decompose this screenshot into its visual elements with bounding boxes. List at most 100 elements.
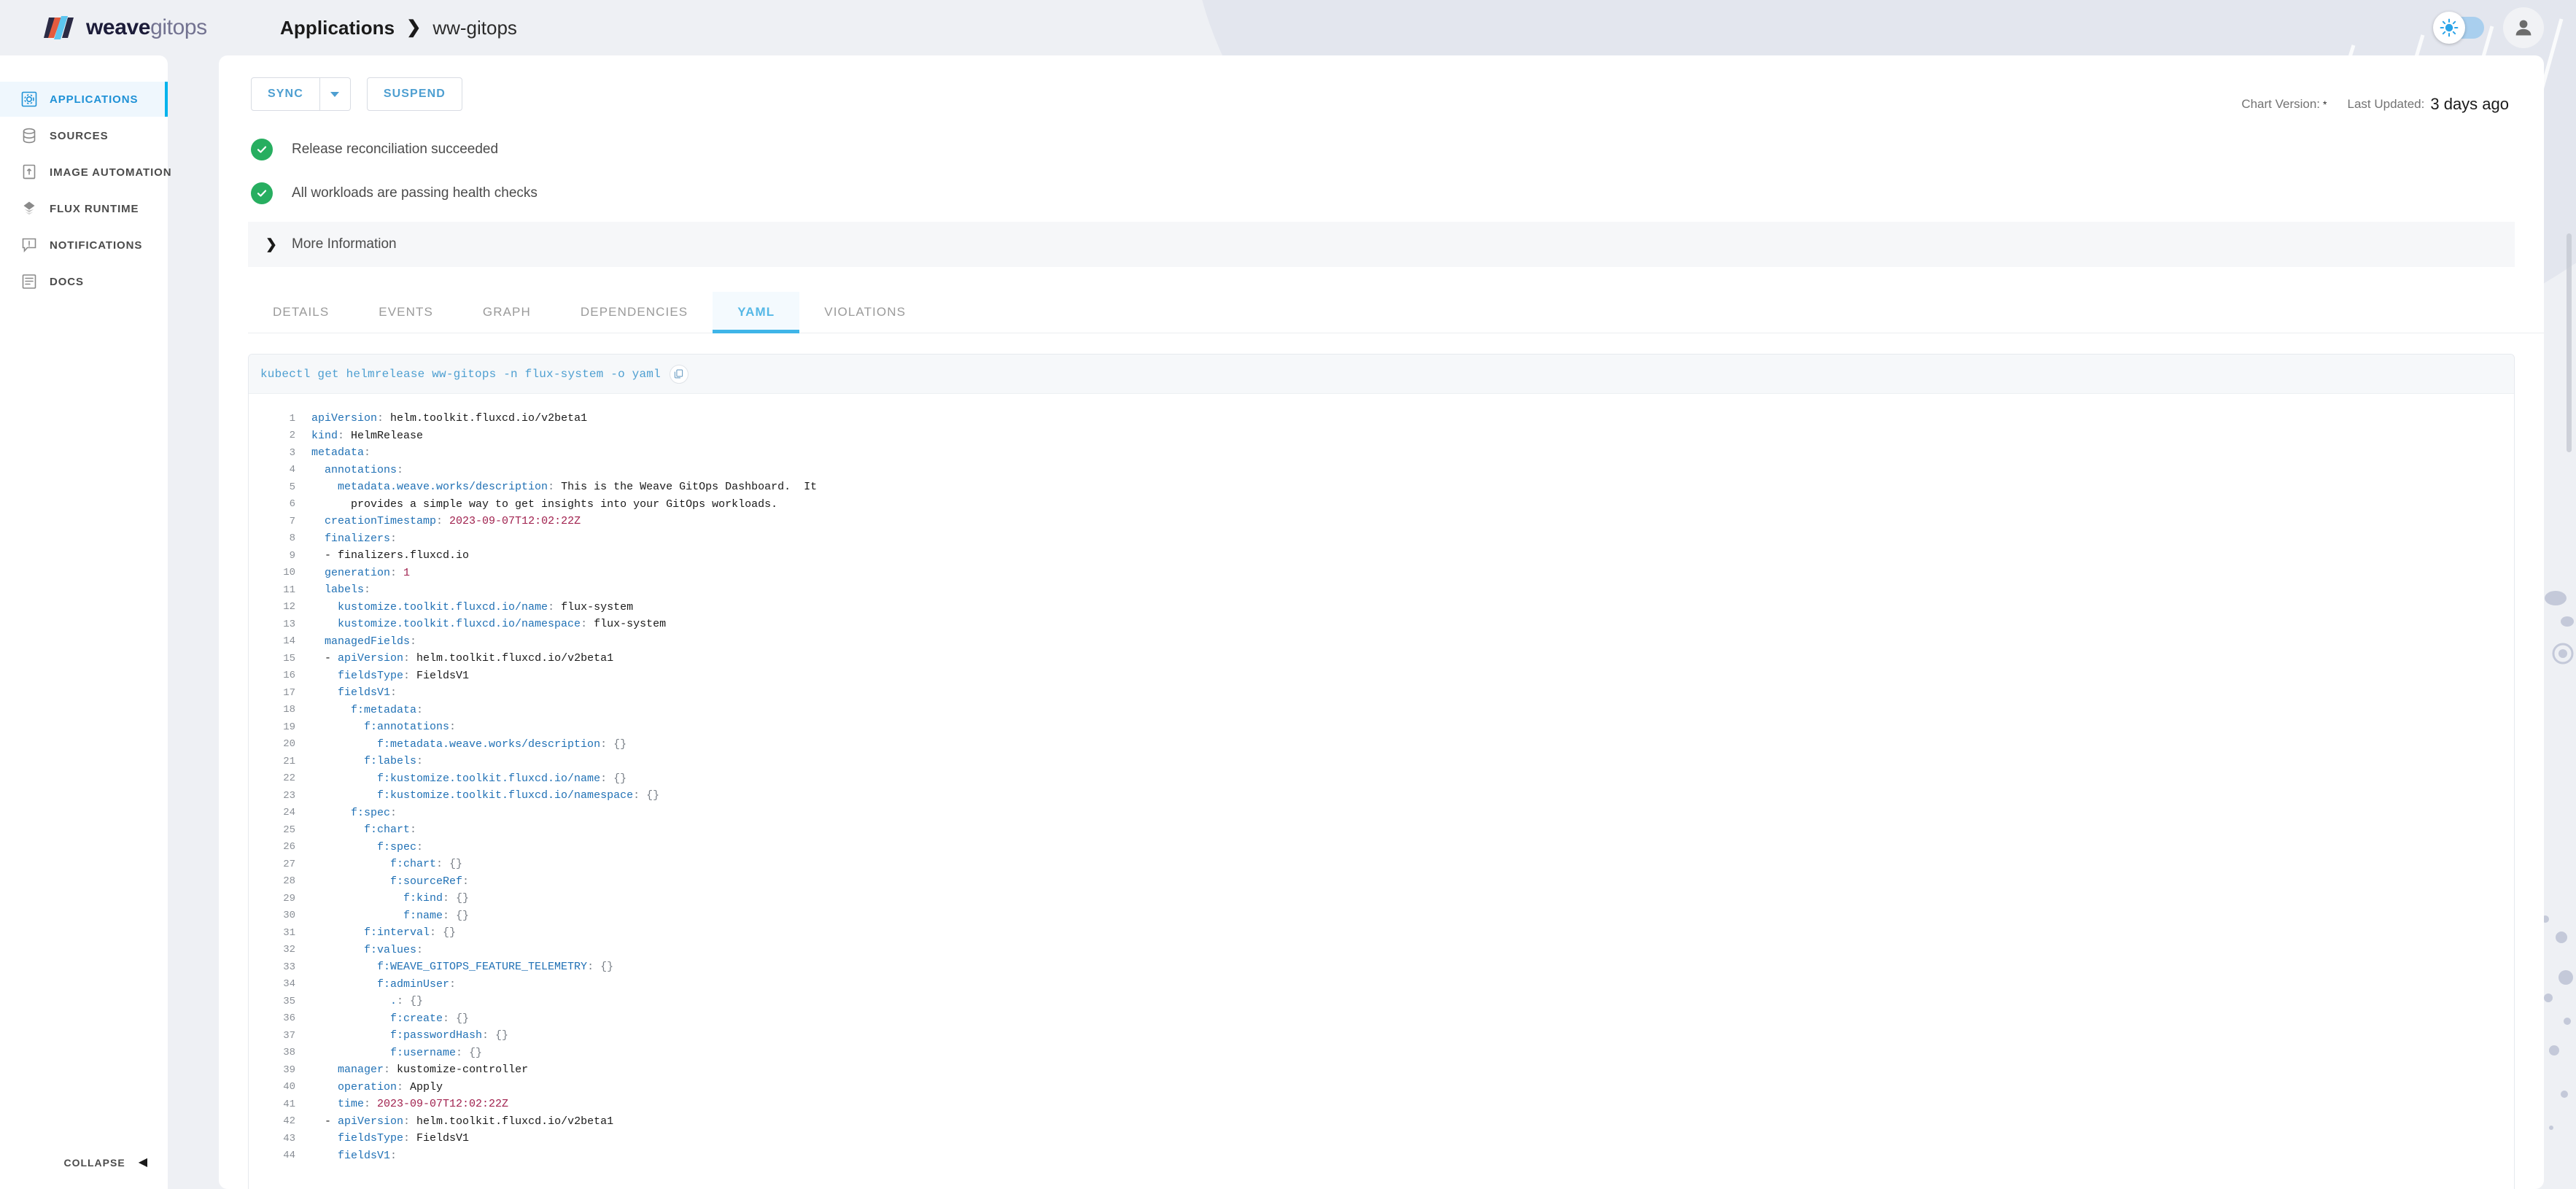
yaml-line: 17 fieldsV1:: [249, 684, 2514, 702]
yaml-line-content: f:create: {}: [311, 1012, 470, 1025]
yaml-line-content: finalizers:: [311, 532, 397, 545]
yaml-line-content: f:values:: [311, 943, 424, 956]
image-automation-icon: [18, 164, 41, 180]
yaml-line: 33 f:WEAVE_GITOPS_FEATURE_TELEMETRY: {}: [249, 958, 2514, 976]
yaml-line-content: .: {}: [311, 995, 424, 1008]
yaml-line-number: 19: [283, 721, 295, 733]
brand-light: gitops: [150, 15, 207, 39]
yaml-line-content: f:WEAVE_GITOPS_FEATURE_TELEMETRY: {}: [311, 961, 614, 974]
yaml-line-number: 7: [289, 515, 295, 527]
yaml-line: 15 - apiVersion: helm.toolkit.fluxcd.io/…: [249, 650, 2514, 667]
yaml-line-content: f:metadata:: [311, 703, 424, 716]
sidebar-item-applications[interactable]: APPLICATIONS: [0, 82, 168, 117]
yaml-line-number: 12: [283, 601, 295, 613]
yaml-line-content: f:spec:: [311, 840, 424, 853]
yaml-line: 30 f:name: {}: [249, 907, 2514, 925]
yaml-line: 10 generation: 1: [249, 565, 2514, 582]
yaml-line-content: annotations:: [311, 463, 404, 476]
sidebar-item-label: APPLICATIONS: [50, 93, 139, 106]
brand-logo[interactable]: weavegitops: [42, 11, 217, 44]
sidebar-item-label: DOCS: [50, 275, 84, 288]
yaml-line-content: - apiVersion: helm.toolkit.fluxcd.io/v2b…: [311, 1115, 614, 1128]
sidebar-collapse-button[interactable]: COLLAPSE ◀: [0, 1136, 168, 1189]
yaml-line: 3 metadata:: [249, 444, 2514, 462]
yaml-line-content: provides a simple way to get insights in…: [311, 497, 778, 511]
yaml-line: 37 f:passwordHash: {}: [249, 1027, 2514, 1045]
yaml-line-content: f:chart: {}: [311, 858, 463, 871]
yaml-line-number: 6: [289, 498, 295, 511]
sync-button[interactable]: SYNC: [251, 77, 320, 111]
sync-options-button[interactable]: [319, 77, 351, 111]
sidebar-item-notifications[interactable]: NOTIFICATIONS: [0, 228, 168, 263]
yaml-line: 7 creationTimestamp: 2023-09-07T12:02:22…: [249, 513, 2514, 530]
yaml-line-number: 41: [283, 1098, 295, 1110]
sidebar-item-label: SOURCES: [50, 129, 109, 142]
yaml-line: 25 f:chart:: [249, 821, 2514, 839]
yaml-line-number: 16: [283, 670, 295, 682]
weave-logo-icon: [44, 16, 74, 39]
yaml-line-content: manager: kustomize-controller: [311, 1064, 529, 1077]
yaml-line-number: 43: [283, 1132, 295, 1145]
yaml-line: 41 time: 2023-09-07T12:02:22Z: [249, 1096, 2514, 1113]
yaml-line-number: 13: [283, 618, 295, 630]
app-header: weavegitops Applications ❯ ww-gitops: [0, 0, 2576, 55]
chevron-down-icon: [330, 91, 340, 97]
yaml-line-content: kind: HelmRelease: [311, 429, 424, 442]
yaml-line-number: 11: [283, 584, 295, 596]
yaml-line-number: 38: [283, 1047, 295, 1059]
yaml-line-number: 34: [283, 978, 295, 991]
tab-violations[interactable]: VIOLATIONS: [799, 292, 931, 333]
tab-events[interactable]: EVENTS: [354, 292, 458, 333]
tab-graph[interactable]: GRAPH: [458, 292, 556, 333]
yaml-line-number: 37: [283, 1029, 295, 1042]
yaml-line: 1 apiVersion: helm.toolkit.fluxcd.io/v2be…: [249, 410, 2514, 427]
sidebar-item-docs[interactable]: DOCS: [0, 264, 168, 299]
status-row: All workloads are passing health checks: [251, 177, 2544, 210]
yaml-line: 27 f:chart: {}: [249, 856, 2514, 873]
chevron-left-icon: ◀: [138, 1156, 147, 1169]
more-information-label: More Information: [292, 236, 397, 252]
sidebar-item-image-automation[interactable]: IMAGE AUTOMATION: [0, 155, 171, 190]
tab-dependencies[interactable]: DEPENDENCIES: [556, 292, 713, 333]
tab-yaml[interactable]: YAML: [713, 292, 800, 333]
yaml-line-number: 24: [283, 807, 295, 819]
yaml-line: 38 f:username: {}: [249, 1045, 2514, 1062]
docs-icon: [18, 274, 41, 290]
notification-icon: [18, 237, 41, 253]
yaml-line: 40 operation: Apply: [249, 1079, 2514, 1096]
yaml-line: 16 fieldsType: FieldsV1: [249, 667, 2514, 685]
copy-icon[interactable]: [669, 364, 688, 384]
yaml-line-number: 15: [283, 652, 295, 665]
sidebar-item-label: NOTIFICATIONS: [50, 239, 143, 252]
sidebar-item-flux-runtime[interactable]: FLUX RUNTIME: [0, 191, 168, 226]
yaml-line: 12 kustomize.toolkit.fluxcd.io/name: flu…: [249, 599, 2514, 616]
yaml-line-content: generation: 1: [311, 566, 411, 579]
account-avatar[interactable]: [2503, 7, 2544, 48]
yaml-line-content: f:sourceRef:: [311, 875, 470, 888]
yaml-line-content: metadata:: [311, 446, 371, 460]
yaml-line-number: 31: [283, 926, 295, 939]
yaml-line: 44 fieldsV1:: [249, 1147, 2514, 1165]
suspend-button[interactable]: SUSPEND: [366, 77, 462, 111]
last-updated-value: 3 days ago: [2430, 95, 2509, 113]
breadcrumb-applications-link[interactable]: Applications: [280, 17, 395, 39]
more-information-toggle[interactable]: ❯ More Information: [248, 222, 2515, 267]
yaml-line-number: 5: [289, 481, 295, 493]
yaml-line-content: f:username: {}: [311, 1046, 483, 1059]
yaml-line: 42 - apiVersion: helm.toolkit.fluxcd.io/…: [249, 1113, 2514, 1131]
yaml-line: 35 .: {}: [249, 993, 2514, 1010]
sidebar-item-sources[interactable]: SOURCES: [0, 118, 168, 153]
yaml-line: 34 f:adminUser:: [249, 976, 2514, 994]
yaml-line-content: f:kustomize.toolkit.fluxcd.io/namespace:…: [311, 789, 660, 802]
yaml-line-number: 42: [283, 1115, 295, 1128]
yaml-line: 29 f:kind: {}: [249, 890, 2514, 907]
breadcrumb: Applications ❯ ww-gitops: [280, 17, 517, 39]
yaml-line: 8 finalizers:: [249, 530, 2514, 548]
tab-details[interactable]: DETAILS: [248, 292, 354, 333]
page-scrollbar[interactable]: [2567, 233, 2572, 452]
theme-mode-toggle[interactable]: [2433, 12, 2484, 44]
yaml-line-number: 35: [283, 995, 295, 1007]
yaml-line-content: fieldsV1:: [311, 1149, 397, 1162]
yaml-line-number: 21: [283, 755, 295, 767]
yaml-line-number: 40: [283, 1081, 295, 1093]
